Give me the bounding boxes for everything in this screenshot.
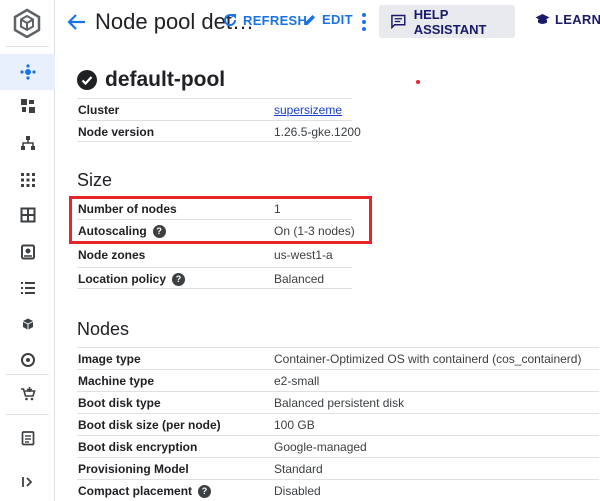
- page-header: Node pool det… REFRESH EDIT HELP ASSISTA…: [55, 0, 600, 44]
- help-assistant-label: HELP ASSISTANT: [413, 6, 487, 37]
- boot-disk-type-label: Boot disk type: [78, 396, 161, 410]
- node-zones-value: us-west1-a: [274, 248, 333, 262]
- machine-type-row: Machine type e2-small: [77, 369, 599, 391]
- services-icon[interactable]: [0, 125, 55, 161]
- object-browser-icon[interactable]: [0, 270, 55, 306]
- refresh-label: REFRESH: [243, 12, 308, 28]
- kubernetes-logo-icon[interactable]: [11, 8, 43, 38]
- pool-header: default-pool: [77, 68, 225, 92]
- image-type-label: Image type: [78, 352, 141, 366]
- boot-disk-size-label: Boot disk size (per node): [78, 418, 221, 432]
- location-policy-label-text: Location policy: [78, 272, 167, 286]
- storage-icon[interactable]: [0, 234, 55, 270]
- help-assistant-button[interactable]: HELP ASSISTANT: [379, 5, 515, 38]
- image-type-row: Image type Container-Optimized OS with c…: [77, 347, 599, 369]
- secrets-icon[interactable]: [0, 197, 55, 233]
- chat-icon: [391, 14, 406, 29]
- rail-divider: [6, 374, 49, 375]
- boot-disk-size-value: 100 GB: [274, 418, 315, 432]
- boot-disk-type-row: Boot disk type Balanced persistent disk: [77, 391, 599, 413]
- boot-disk-size-row: Boot disk size (per node) 100 GB: [77, 413, 599, 435]
- release-notes-icon[interactable]: [0, 420, 55, 456]
- pencil-icon: [305, 14, 315, 25]
- node-pool-details: default-pool Cluster supersizeme Node ve…: [55, 44, 600, 501]
- edit-button[interactable]: EDIT: [303, 12, 353, 27]
- refresh-button[interactable]: REFRESH: [222, 12, 307, 28]
- cluster-label: Cluster: [78, 103, 120, 117]
- rail-divider: [6, 46, 49, 47]
- node-version-row: Node version 1.26.5-gke.1200: [77, 120, 361, 142]
- provisioning-model-label: Provisioning Model: [78, 462, 189, 476]
- edit-label: EDIT: [322, 12, 353, 27]
- learn-label: LEARN: [555, 12, 600, 27]
- node-version-value: 1.26.5-gke.1200: [274, 125, 361, 139]
- location-policy-label: Location policy ?: [78, 272, 186, 286]
- boot-disk-encryption-label: Boot disk encryption: [78, 440, 198, 454]
- marketplace-icon[interactable]: [0, 376, 55, 412]
- size-section-title: Size: [77, 170, 113, 190]
- compact-placement-label: Compact placement ?: [78, 484, 212, 498]
- boot-disk-type-value: Balanced persistent disk: [274, 396, 405, 410]
- rail-divider: [6, 414, 49, 415]
- backup-icon[interactable]: [0, 342, 55, 378]
- annotation-highlight-box: [69, 196, 372, 244]
- left-nav-rail: [0, 0, 55, 501]
- learn-button[interactable]: LEARN: [535, 12, 600, 27]
- pool-name: default-pool: [105, 68, 226, 91]
- refresh-icon: [224, 14, 237, 27]
- help-icon[interactable]: ?: [198, 484, 212, 498]
- location-policy-row: Location policy ? Balanced: [77, 267, 352, 289]
- clusters-icon[interactable]: [0, 54, 55, 90]
- workloads-icon[interactable]: [0, 88, 55, 124]
- cluster-row: Cluster supersizeme: [77, 98, 352, 120]
- collapse-icon[interactable]: [0, 464, 55, 500]
- provisioning-model-value: Standard: [274, 462, 323, 476]
- node-version-label: Node version: [78, 125, 155, 139]
- boot-disk-encryption-row: Boot disk encryption Google-managed: [77, 435, 599, 457]
- node-zones-label: Node zones: [78, 248, 146, 262]
- compact-placement-label-text: Compact placement: [78, 484, 193, 498]
- machine-type-value: e2-small: [274, 374, 320, 388]
- provisioning-model-row: Provisioning Model Standard: [77, 457, 599, 479]
- machine-type-label: Machine type: [78, 374, 155, 388]
- help-icon[interactable]: ?: [172, 272, 186, 286]
- annotation-dot: [416, 80, 420, 84]
- image-type-value: Container-Optimized OS with containerd (…: [274, 352, 582, 366]
- more-options-icon[interactable]: [358, 11, 370, 33]
- back-arrow-icon[interactable]: [65, 10, 89, 34]
- node-zones-row: Node zones us-west1-a: [77, 243, 352, 265]
- compact-placement-row: Compact placement ? Disabled: [77, 479, 599, 501]
- location-policy-value: Balanced: [274, 272, 325, 286]
- compact-placement-value: Disabled: [274, 484, 321, 498]
- status-ok-icon: [77, 70, 97, 90]
- apps-icon[interactable]: [0, 162, 55, 198]
- migrate-icon[interactable]: [0, 306, 55, 342]
- cluster-link[interactable]: supersizeme: [274, 103, 342, 117]
- nodes-section-title: Nodes: [77, 319, 130, 339]
- boot-disk-encryption-value: Google-managed: [274, 440, 367, 454]
- school-icon: [535, 14, 550, 24]
